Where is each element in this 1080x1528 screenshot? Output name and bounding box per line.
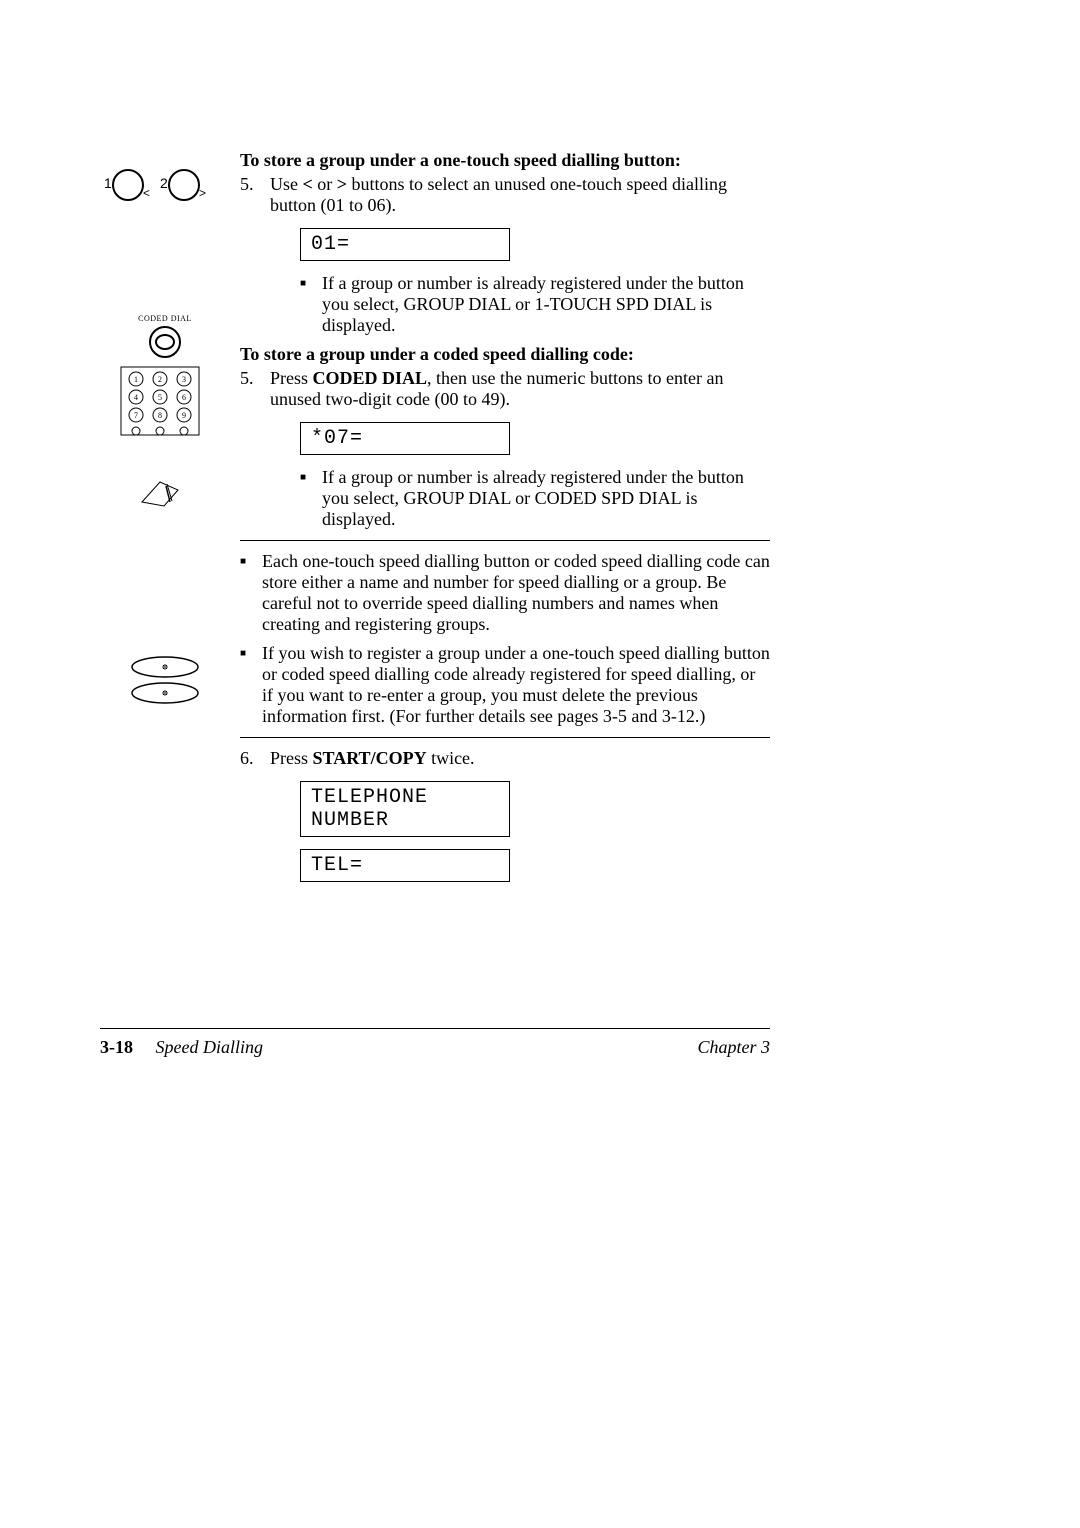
display-tel: TEL=: [300, 849, 510, 882]
divider: [240, 737, 770, 738]
section-title: Speed Dialling: [156, 1037, 263, 1057]
display-telephone-number: TELEPHONE NUMBER: [300, 781, 510, 837]
section2-heading: To store a group under a coded speed dia…: [240, 344, 770, 365]
page-number: 3-18: [100, 1037, 133, 1057]
note-icon: [100, 480, 230, 510]
svg-text:1: 1: [134, 375, 138, 384]
svg-text:5: 5: [158, 393, 162, 402]
display-01: 01=: [300, 228, 510, 261]
chapter-label: Chapter 3: [697, 1037, 770, 1058]
section2-bullet: ■ If a group or number is already regist…: [300, 467, 770, 530]
coded-dial-icon: CODED DIAL: [100, 314, 230, 359]
nav-arrows-icon: 1 < 2 >: [100, 168, 230, 208]
svg-text:2: 2: [160, 175, 168, 191]
step-number: 5.: [240, 368, 270, 410]
step-text: Press START/COPY twice.: [270, 748, 770, 769]
svg-text:3: 3: [182, 375, 186, 384]
step-text: Press CODED DIAL, then use the numeric b…: [270, 368, 770, 410]
svg-text:4: 4: [134, 393, 138, 402]
svg-text:2: 2: [158, 375, 162, 384]
step-text: Use < or > buttons to select an unused o…: [270, 174, 770, 216]
svg-text:9: 9: [182, 411, 186, 420]
note-bullet1: ■ Each one-touch speed dialling button o…: [240, 551, 770, 635]
display-07: *07=: [300, 422, 510, 455]
section2-step: 5. Press CODED DIAL, then use the numeri…: [240, 368, 770, 410]
svg-text:<: <: [143, 186, 150, 200]
svg-text:>: >: [199, 186, 206, 200]
section3-step: 6. Press START/COPY twice.: [240, 748, 770, 769]
page-footer: 3-18 Speed Dialling Chapter 3: [100, 1028, 770, 1058]
divider: [240, 540, 770, 541]
note-bullet2: ■ If you wish to register a group under …: [240, 643, 770, 727]
svg-text:7: 7: [134, 411, 138, 420]
section1-bullet: ■ If a group or number is already regist…: [300, 273, 770, 336]
step-number: 6.: [240, 748, 270, 769]
svg-text:6: 6: [182, 393, 186, 402]
svg-text:8: 8: [158, 411, 162, 420]
step-number: 5.: [240, 174, 270, 216]
start-copy-icon: [100, 655, 230, 707]
svg-text:1: 1: [104, 175, 112, 191]
section1-heading: To store a group under a one-touch speed…: [240, 150, 770, 171]
numpad-icon: 1 2 3 4 5 6 7 8 9: [100, 366, 230, 436]
coded-dial-label: CODED DIAL: [100, 314, 230, 323]
section1-step: 5. Use < or > buttons to select an unuse…: [240, 174, 770, 216]
